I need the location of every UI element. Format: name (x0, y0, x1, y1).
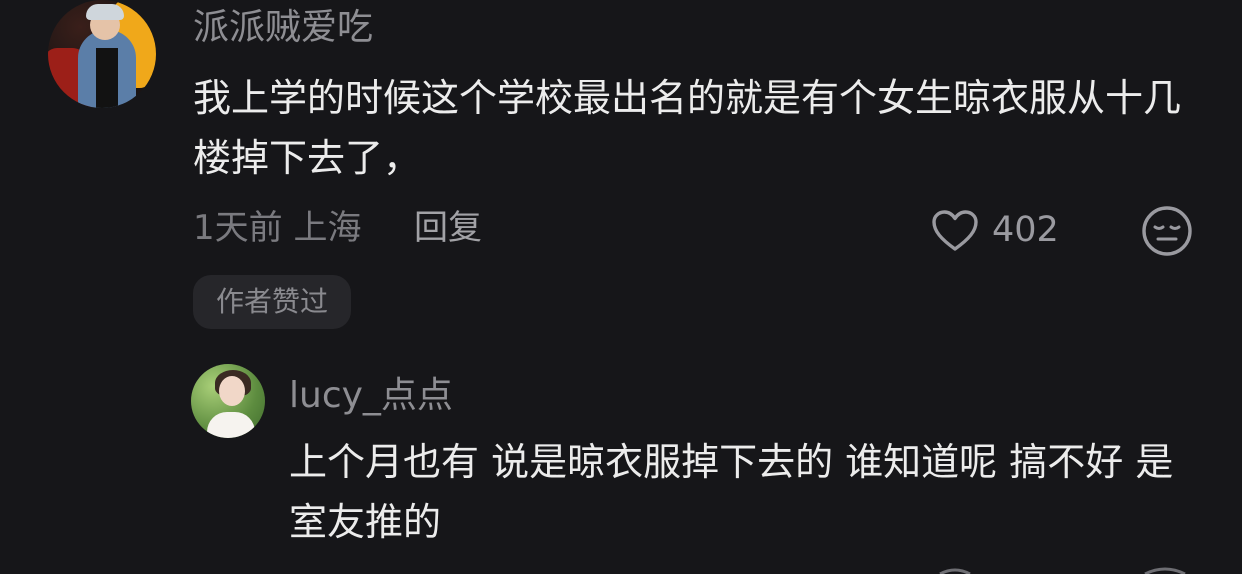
comment-username[interactable]: 派派贼爱吃 (193, 6, 373, 50)
author-liked-badge: 作者赞过 (193, 275, 351, 329)
reply-avatar[interactable] (191, 364, 265, 438)
avatar-figure (96, 48, 118, 108)
avatar-figure (219, 376, 245, 406)
reply-username[interactable]: lucy_点点 (289, 374, 453, 418)
heart-icon[interactable] (931, 209, 979, 253)
comment-meta: 1天前 上海 (193, 208, 362, 248)
avatar[interactable] (48, 0, 156, 108)
expressionless-face-icon[interactable] (1141, 205, 1193, 257)
cropped-icons (939, 567, 1186, 574)
like-count: 402 (992, 210, 1059, 250)
comment-text: 我上学的时候这个学校最出名的就是有个女生晾衣服从十几楼掉下去了， (193, 76, 1182, 180)
avatar-figure (207, 412, 255, 438)
avatar-figure (86, 4, 124, 20)
reply-button[interactable]: 回复 (414, 206, 482, 250)
reply-text: 上个月也有 说是晾衣服掉下去的 谁知道呢 搞不好 是室友推的 (289, 440, 1174, 544)
